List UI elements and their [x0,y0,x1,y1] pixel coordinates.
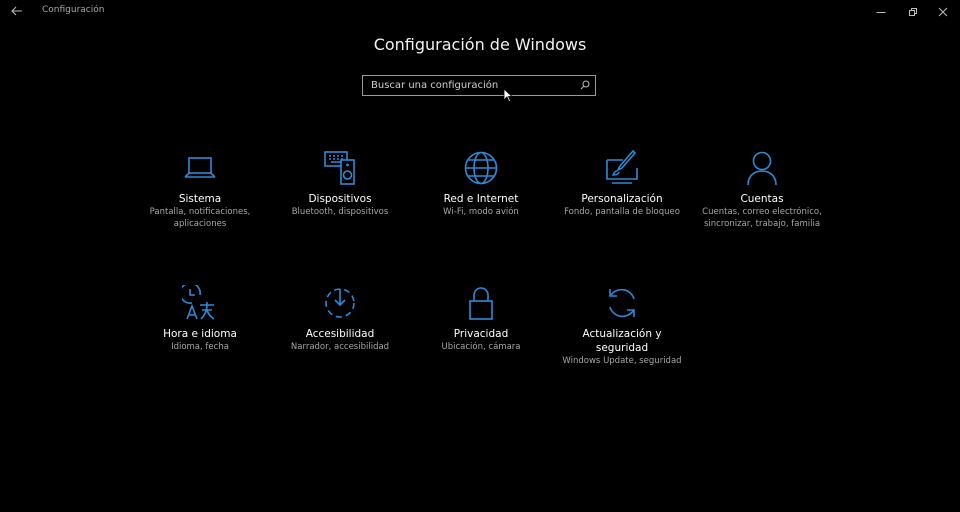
back-arrow-icon [11,6,22,16]
tile-title: Hora e idioma [163,328,237,340]
tile-description: Idioma, fecha [171,342,229,352]
tile-description: Narrador, accesibilidad [290,342,390,352]
tile-personalizacion[interactable]: Personalización Fondo, pantalla de bloqu… [560,150,684,218]
search-box[interactable] [362,75,596,96]
mouse-cursor-icon [503,88,513,102]
tile-description: Ubicación, cámara [441,342,521,352]
tile-title: Dispositivos [308,193,372,205]
page-title: Configuración de Windows [373,35,587,54]
close-button[interactable] [926,0,960,24]
globe-icon [464,151,498,185]
laptop-icon [184,157,216,178]
tile-description: Bluetooth, dispositivos [291,207,389,217]
tile-description: Windows Update, seguridad [562,356,682,366]
title-bar: Configuración [0,0,960,24]
minimize-button[interactable] [864,0,898,24]
restore-button[interactable] [896,0,930,24]
time-language-icon [182,285,215,320]
tile-sistema[interactable]: Sistema Pantalla, notificaciones, aplica… [138,150,262,230]
tile-accesibilidad[interactable]: Accesibilidad Narrador, accesibilidad [278,285,402,353]
lock-icon [469,287,493,320]
tile-title: Accesibilidad [305,328,375,340]
person-icon [747,151,777,186]
tile-description: Pantalla, notificaciones, aplicaciones [149,207,251,229]
devices-icon [324,151,355,185]
restore-icon [909,8,917,16]
sync-icon [609,288,635,318]
tile-description: Fondo, pantalla de bloqueo [564,207,680,217]
accessibility-icon [325,288,355,318]
tile-actualizacion-seguridad[interactable]: Actualización y seguridad Windows Update… [560,285,684,367]
personalization-icon [606,150,638,184]
tile-title: Personalización [581,193,663,205]
tile-dispositivos[interactable]: Dispositivos Bluetooth, dispositivos [278,150,402,218]
close-icon [938,7,948,17]
back-button[interactable] [8,3,26,19]
minimize-icon [876,12,886,13]
search-input[interactable] [363,76,581,95]
tile-description: Cuentas, correo electrónico, sincronizar… [702,207,822,229]
search-icon[interactable] [580,80,590,90]
tile-title: Red e Internet [443,193,519,205]
tile-title: Cuentas [740,193,784,205]
app-title: Configuración [42,5,105,15]
tile-title: Sistema [178,193,222,205]
tile-title: Actualización y seguridad [582,328,662,354]
tile-privacidad[interactable]: Privacidad Ubicación, cámara [419,285,543,353]
tile-description: Wi-Fi, modo avión [443,207,519,217]
tile-cuentas[interactable]: Cuentas Cuentas, correo electrónico, sin… [700,150,824,230]
tile-hora-idioma[interactable]: Hora e idioma Idioma, fecha [138,285,262,353]
tile-red-internet[interactable]: Red e Internet Wi-Fi, modo avión [419,150,543,218]
tile-title: Privacidad [453,328,509,340]
